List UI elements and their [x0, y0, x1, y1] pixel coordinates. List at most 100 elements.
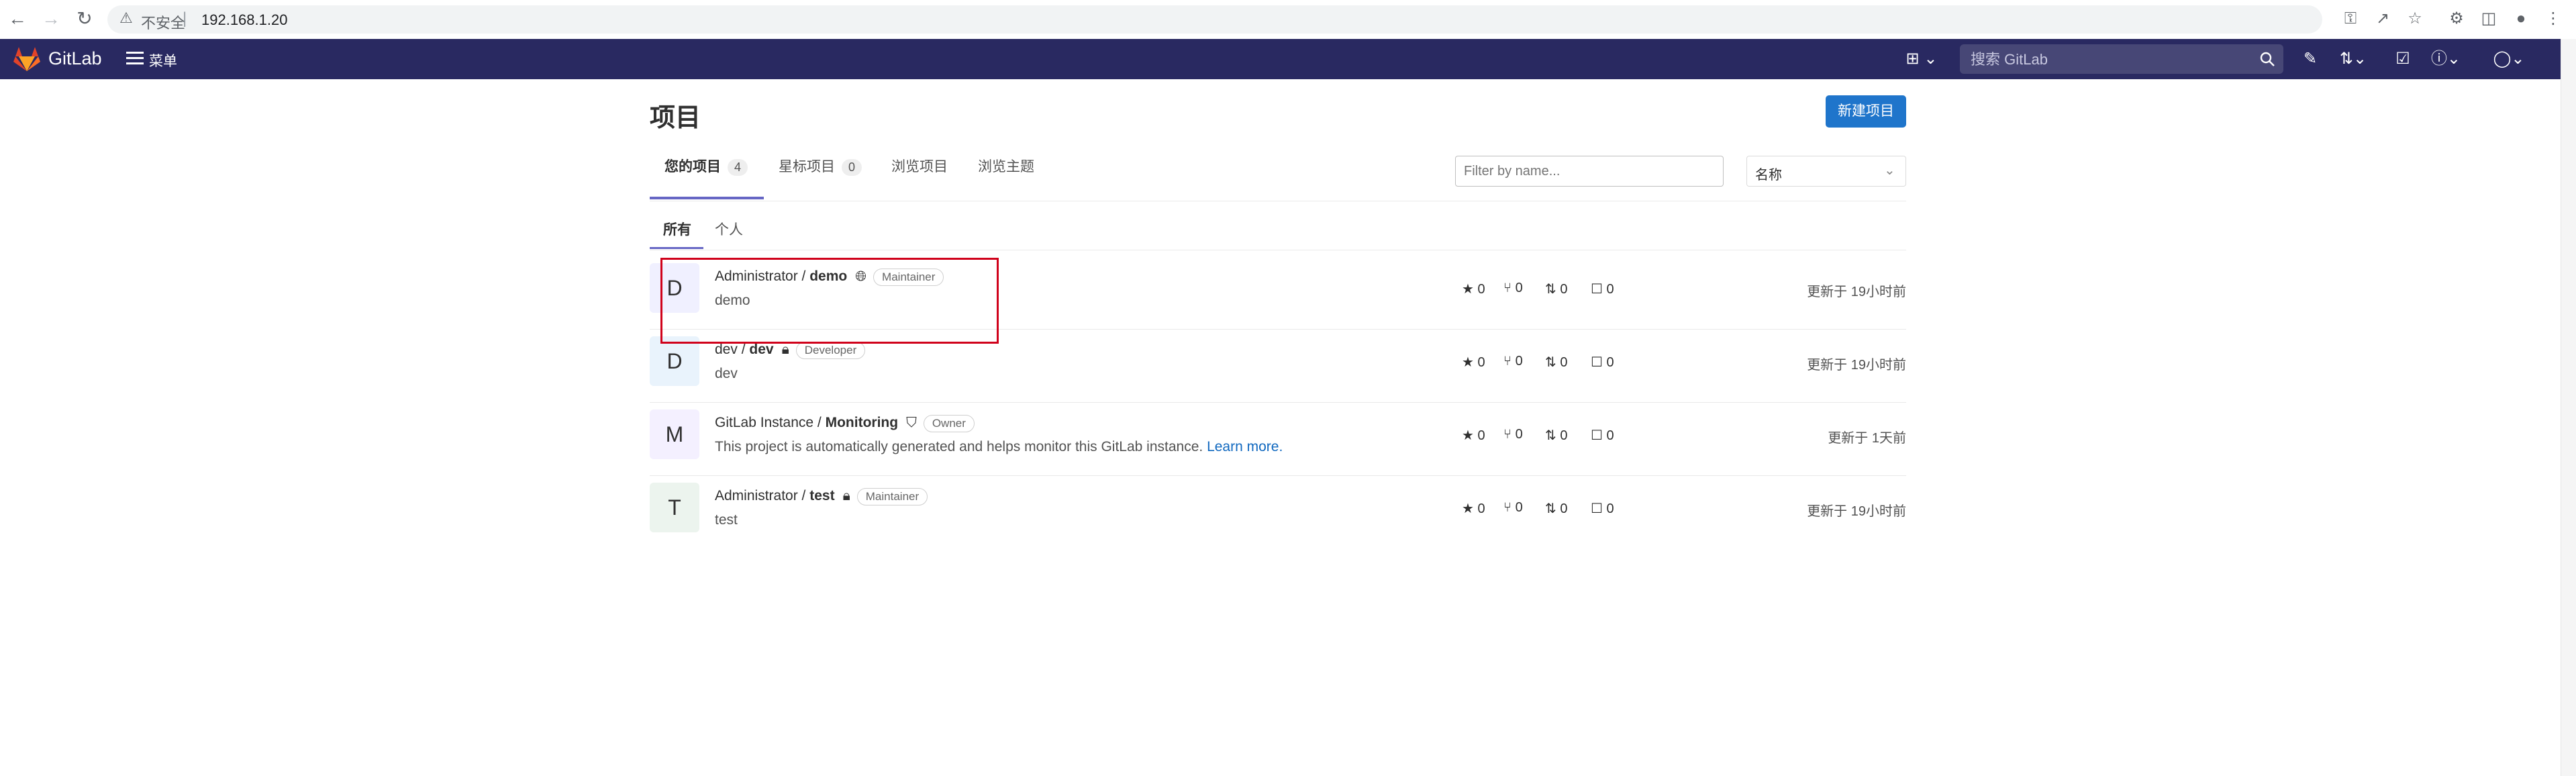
issue-count[interactable]: ☐ 0	[1591, 281, 1614, 297]
fork-count[interactable]: ⑂ 0	[1503, 281, 1523, 296]
subtab-personal[interactable]: 个人	[715, 219, 743, 239]
merge-request-icon: ⇅	[1545, 428, 1556, 443]
updated-time: 更新于 19小时前	[1807, 285, 1906, 299]
fork-icon: ⑂	[1503, 281, 1512, 295]
user-avatar-icon[interactable]: ◯⌄	[2487, 48, 2530, 70]
active-tab-underline	[650, 197, 764, 199]
scrollbar[interactable]	[2561, 39, 2576, 776]
fork-icon: ⑂	[1503, 500, 1512, 515]
tab-starred-projects[interactable]: 星标项目 0	[779, 156, 862, 176]
create-new-icon[interactable]: ⊞ ⌄	[1903, 48, 1940, 70]
row-divider	[650, 475, 1906, 476]
share-icon[interactable]: ↗	[2372, 8, 2393, 30]
stat-value: 0	[1477, 501, 1485, 516]
issue-count[interactable]: ☐ 0	[1591, 354, 1614, 371]
project-name[interactable]: Monitoring	[826, 415, 898, 430]
issue-count[interactable]: ☐ 0	[1591, 427, 1614, 444]
project-namespace[interactable]: GitLab Instance /	[715, 415, 826, 430]
search-box[interactable]	[1960, 44, 2283, 74]
issues-icon[interactable]: ✎	[2299, 48, 2321, 70]
filter-input[interactable]	[1455, 156, 1724, 187]
project-description: test	[715, 512, 738, 528]
project-namespace[interactable]: Administrator /	[715, 488, 809, 503]
project-title[interactable]: GitLab Instance / Monitoring ⛉ Owner	[715, 415, 975, 432]
url-text[interactable]: 192.168.1.20	[201, 11, 287, 29]
project-description: dev	[715, 366, 738, 382]
bookmark-star-icon[interactable]: ☆	[2404, 8, 2426, 30]
todos-icon[interactable]: ☑	[2392, 48, 2414, 70]
merge-request-icon: ⇅	[1545, 282, 1556, 297]
side-panel-icon[interactable]: ◫	[2478, 8, 2499, 30]
address-separator: |	[183, 9, 187, 28]
fork-count[interactable]: ⑂ 0	[1503, 500, 1523, 516]
stat-value: 0	[1606, 355, 1614, 370]
tab-explore-projects[interactable]: 浏览项目	[891, 156, 948, 176]
key-icon[interactable]: ⚿	[2340, 8, 2361, 30]
new-project-button[interactable]: 新建项目	[1826, 95, 1906, 128]
role-badge: Developer	[795, 342, 866, 359]
insecure-label: 不安全	[141, 15, 186, 32]
stat-value: 0	[1515, 281, 1523, 295]
avatar-letter: T	[668, 495, 681, 520]
back-icon[interactable]: ←	[5, 7, 30, 31]
merge-request-count[interactable]: ⇅ 0	[1545, 427, 1567, 444]
hamburger-icon[interactable]	[126, 50, 144, 66]
updated-time: 更新于 19小时前	[1807, 358, 1906, 373]
issue-icon: ☐	[1591, 282, 1603, 297]
reload-icon[interactable]: ↻	[72, 7, 97, 31]
chrome-menu-icon[interactable]: ⋮	[2542, 8, 2564, 30]
fork-count[interactable]: ⑂ 0	[1503, 354, 1523, 369]
learn-more-link[interactable]: Learn more.	[1207, 439, 1283, 454]
star-count[interactable]: ★ 0	[1462, 427, 1485, 444]
subtab-all[interactable]: 所有	[663, 219, 691, 239]
project-name[interactable]: test	[809, 488, 834, 503]
extensions-icon[interactable]: ⚙	[2446, 8, 2467, 30]
fork-icon: ⑂	[1503, 427, 1512, 442]
merge-request-count[interactable]: ⇅ 0	[1545, 354, 1567, 371]
menu-label[interactable]: 菜单	[149, 50, 177, 70]
star-icon: ★	[1462, 282, 1474, 297]
project-title[interactable]: Administrator / test 🔒︎ Maintainer	[715, 488, 928, 505]
star-count[interactable]: ★ 0	[1462, 500, 1485, 517]
star-icon: ★	[1462, 501, 1474, 516]
merge-requests-icon[interactable]: ⇅⌄	[2336, 48, 2371, 70]
search-icon[interactable]	[2259, 51, 2275, 67]
lock-icon: 🔒︎	[781, 342, 789, 358]
project-title[interactable]: dev / dev 🔒︎ Developer	[715, 342, 866, 359]
issue-count[interactable]: ☐ 0	[1591, 500, 1614, 517]
warning-icon: ⚠	[119, 9, 133, 26]
issue-icon: ☐	[1591, 355, 1603, 370]
merge-request-count[interactable]: ⇅ 0	[1545, 500, 1567, 517]
help-icon[interactable]: ⓘ⌄	[2427, 48, 2465, 70]
shield-icon: ⛉	[906, 415, 917, 431]
forward-icon[interactable]: →	[39, 7, 63, 31]
project-namespace[interactable]: dev /	[715, 342, 749, 357]
fork-count[interactable]: ⑂ 0	[1503, 427, 1523, 442]
project-avatar[interactable]: T	[650, 483, 699, 532]
search-input[interactable]	[1969, 50, 2254, 70]
tab-count-badge: 0	[842, 159, 862, 176]
gitlab-logo-icon[interactable]	[13, 47, 40, 71]
stat-value: 0	[1560, 355, 1568, 370]
tab-explore-topics[interactable]: 浏览主题	[978, 156, 1034, 176]
star-icon: ★	[1462, 428, 1474, 443]
merge-request-count[interactable]: ⇅ 0	[1545, 281, 1567, 297]
star-count[interactable]: ★ 0	[1462, 281, 1485, 297]
star-count[interactable]: ★ 0	[1462, 354, 1485, 371]
address-bar[interactable]: ⚠ 不安全 | 192.168.1.20	[107, 5, 2322, 34]
profile-icon[interactable]: ●	[2510, 8, 2532, 30]
tab-your-projects[interactable]: 您的项目 4	[664, 156, 748, 176]
project-name[interactable]: dev	[749, 342, 773, 357]
sort-dropdown[interactable]: 名称 ⌄	[1746, 156, 1906, 187]
browser-toolbar: ← → ↻ ⚠ 不安全 | 192.168.1.20 ⚿ ↗ ☆ ⚙ ◫ ● ⋮	[0, 0, 2576, 40]
issue-icon: ☐	[1591, 501, 1603, 516]
stat-value: 0	[1606, 501, 1614, 516]
project-avatar[interactable]: D	[650, 336, 699, 386]
avatar-letter: D	[666, 349, 683, 373]
stat-value: 0	[1606, 282, 1614, 297]
stat-value: 0	[1477, 355, 1485, 370]
updated-time: 更新于 1天前	[1828, 431, 1906, 446]
brand-name[interactable]: GitLab	[48, 48, 102, 69]
updated-time: 更新于 19小时前	[1807, 504, 1906, 519]
project-avatar[interactable]: M	[650, 409, 699, 459]
